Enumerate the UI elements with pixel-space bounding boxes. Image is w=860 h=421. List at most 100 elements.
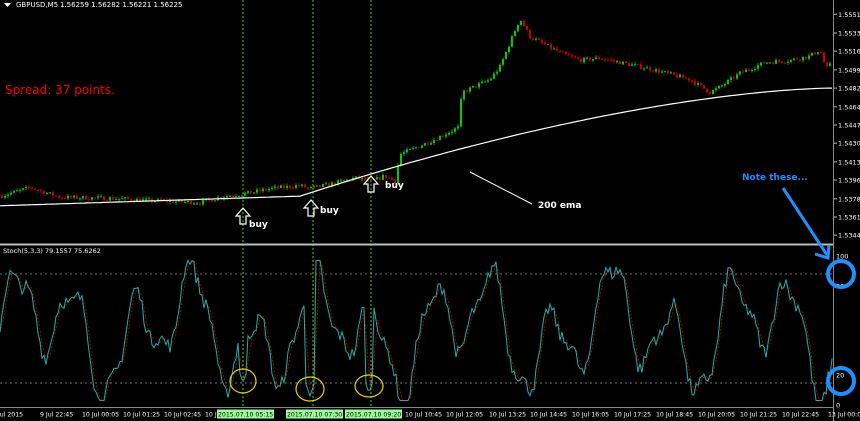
- candle-body: [538, 38, 540, 40]
- price-tick-label: 1.54645: [838, 103, 860, 111]
- candle-body: [676, 74, 678, 78]
- candle-body: [238, 195, 240, 197]
- time-tick-label: 10 Jul 18:45: [656, 412, 693, 419]
- candle-body: [40, 190, 42, 192]
- time-tick-label: 10 Jul 01:25: [123, 412, 160, 419]
- candle-body: [697, 83, 699, 85]
- candle-body: [262, 188, 264, 192]
- candle-body: [103, 196, 105, 201]
- candle-body: [268, 188, 270, 191]
- candle-body: [364, 177, 366, 180]
- candle-body: [478, 83, 480, 88]
- candle-body: [781, 61, 783, 63]
- candle-body: [127, 197, 129, 199]
- candle-body: [730, 77, 732, 80]
- candle-body: [733, 77, 735, 79]
- candle-body: [652, 70, 654, 72]
- candle-body: [790, 59, 792, 62]
- candle-body: [808, 55, 810, 59]
- candle-body: [760, 62, 762, 66]
- candle-body: [85, 196, 87, 200]
- candle-body: [673, 72, 675, 75]
- candle-body: [718, 86, 720, 89]
- candle-body: [550, 44, 552, 49]
- price-tick-label: 1.53785: [838, 195, 860, 203]
- candle-body: [613, 59, 615, 62]
- buy-label: buy: [385, 181, 404, 191]
- candle-body: [625, 61, 627, 63]
- candle-body: [484, 81, 486, 83]
- candle-body: [475, 85, 477, 88]
- candle-body: [775, 60, 777, 64]
- candle-body: [406, 149, 408, 153]
- candle-body: [709, 92, 711, 95]
- candle-body: [328, 183, 330, 187]
- candle-body: [526, 26, 528, 30]
- ema-label: 200 ema: [538, 201, 581, 211]
- price-tick-label: 1.53960: [838, 177, 860, 185]
- candle-body: [736, 74, 738, 79]
- candle-body: [511, 36, 513, 47]
- candle-body: [1, 195, 3, 198]
- candle-body: [562, 51, 564, 53]
- symbol-label: GBPUSD,M5: [16, 1, 58, 9]
- candle-body: [559, 51, 561, 53]
- candle-body: [811, 52, 813, 56]
- buy-label: buy: [320, 206, 339, 216]
- candle-body: [805, 56, 807, 59]
- time-axis: 9 Jul 2015 9 Jul 22:45 10 Jul 00:05 10 Jul …: [0, 409, 860, 419]
- time-tick-label: 2015.07.10 07:30: [287, 412, 342, 419]
- candle-body: [544, 42, 546, 45]
- candle-body: [100, 196, 102, 198]
- candle-body: [694, 81, 696, 85]
- stoch-label: Stoch(5,3,3) 79.1557 75.6262: [3, 247, 101, 255]
- candle-body: [250, 191, 252, 194]
- candle-body: [253, 192, 255, 194]
- candle-body: [754, 68, 756, 70]
- price-tick-label: 1.54305: [838, 140, 860, 148]
- candle-body: [256, 189, 258, 193]
- candle-body: [7, 194, 9, 196]
- candle-body: [10, 192, 12, 195]
- candle-body: [145, 198, 147, 200]
- candle-body: [628, 62, 630, 66]
- candle-body: [433, 140, 435, 144]
- candle-body: [823, 52, 825, 63]
- candle-body: [424, 143, 426, 146]
- time-tick-label: 9 Jul 2015: [0, 412, 23, 419]
- candle-body: [259, 189, 261, 192]
- candle-body: [346, 179, 348, 181]
- candle-body: [370, 178, 372, 180]
- time-tick-label: 10 Jul 16:05: [572, 412, 609, 419]
- candle-body: [298, 185, 300, 187]
- candle-body: [4, 195, 6, 198]
- time-tick-label: 10 Jul 12:05: [446, 412, 483, 419]
- time-tick-label: 10 Jul 14:45: [530, 412, 567, 419]
- candle-body: [517, 24, 519, 32]
- candle-body: [646, 67, 648, 69]
- price-tick-label: 1.54990: [838, 66, 860, 74]
- candle-body: [658, 69, 660, 73]
- candle-body: [637, 64, 639, 66]
- candle-body: [418, 147, 420, 149]
- candle-body: [25, 186, 27, 189]
- candle-body: [76, 195, 78, 199]
- candle-body: [619, 61, 621, 65]
- candle-body: [514, 31, 516, 37]
- price-tick-label: 1.54820: [838, 85, 860, 93]
- candle-body: [469, 87, 471, 92]
- time-tick-label: 10 Jul 02:45: [164, 412, 201, 419]
- candle-body: [193, 203, 195, 205]
- candle-body: [490, 78, 492, 81]
- time-tick-label: 10 Jul 20:05: [698, 412, 735, 419]
- candle-body: [175, 201, 177, 203]
- price-tick-label: 1.54130: [838, 158, 860, 166]
- candle-body: [820, 52, 822, 54]
- candle-body: [529, 29, 531, 39]
- candle-body: [481, 81, 483, 84]
- candle-body: [190, 200, 192, 205]
- candle-body: [400, 153, 402, 166]
- candle-body: [94, 197, 96, 199]
- chart-background: [0, 0, 860, 421]
- candle-body: [265, 188, 267, 191]
